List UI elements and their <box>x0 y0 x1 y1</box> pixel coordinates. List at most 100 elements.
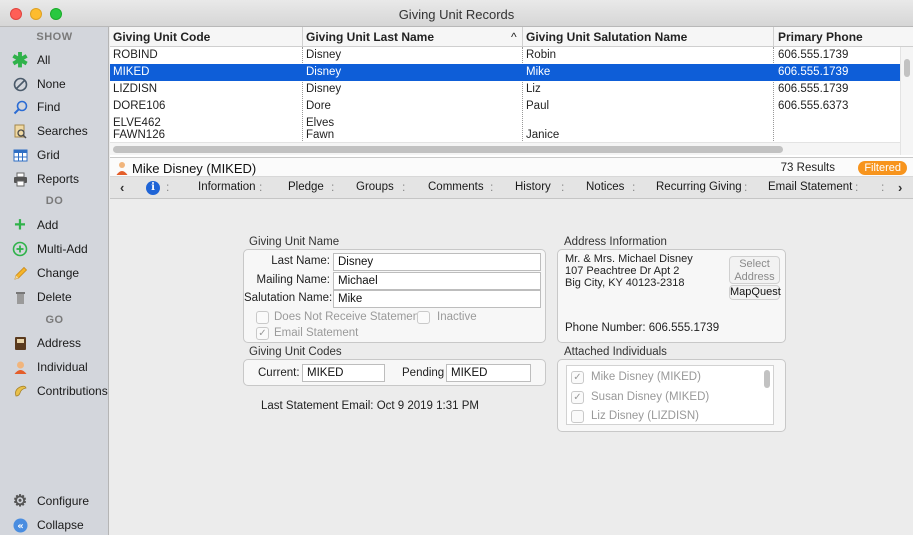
email-statement-label: Email Statement <box>274 327 359 339</box>
mailing-name-label: Mailing Name: <box>256 274 331 286</box>
tab-separator: : <box>881 180 885 194</box>
sidebar-item-add[interactable]: + Add <box>0 214 109 236</box>
tab-email-statement[interactable]: Email Statement <box>768 181 852 193</box>
inactive-checkbox[interactable] <box>417 311 430 324</box>
column-header-last-name[interactable]: Giving Unit Last Name <box>306 30 434 44</box>
sidebar-item-delete[interactable]: Delete <box>0 286 109 308</box>
attached-checkbox[interactable]: ✓ <box>571 370 584 384</box>
printer-icon <box>12 171 28 187</box>
last-statement-email: Last Statement Email: Oct 9 2019 1:31 PM <box>261 400 479 412</box>
cell-phone: 606.555.6373 <box>778 100 849 112</box>
list-item-label: Susan Disney (MIKED) <box>591 391 710 403</box>
attached-individuals-list[interactable]: ✓ Mike Disney (MIKED) ✓ Susan Disney (MI… <box>566 365 774 425</box>
current-code-field[interactable] <box>302 364 385 382</box>
sidebar-item-change[interactable]: Change <box>0 262 109 284</box>
tab-history[interactable]: History <box>515 181 551 193</box>
info-icon[interactable]: i <box>146 181 160 195</box>
tab-prev-button[interactable]: ‹ <box>120 180 124 195</box>
list-item[interactable]: ✓ Mike Disney (MIKED) <box>571 368 701 386</box>
pending-code-field[interactable] <box>446 364 531 382</box>
mapquest-button[interactable]: MapQuest <box>729 285 781 300</box>
sidebar-item-label: Collapse <box>37 518 84 532</box>
scroll-thumb[interactable] <box>904 59 910 77</box>
column-divider[interactable] <box>773 27 774 47</box>
sidebar: SHOW ✱ All None Find Searches Grid Repor… <box>0 27 109 535</box>
cell-code: DORE106 <box>113 100 166 112</box>
sidebar-item-reports[interactable]: Reports <box>0 168 109 190</box>
tab-groups[interactable]: Groups <box>356 181 394 193</box>
column-divider[interactable] <box>522 27 523 47</box>
giving-unit-codes-group: Current: Pending <box>243 359 546 386</box>
column-header-phone[interactable]: Primary Phone <box>778 30 863 44</box>
sidebar-item-none[interactable]: None <box>0 73 109 95</box>
table-row[interactable]: LIZDISN Disney Liz 606.555.1739 <box>110 81 900 98</box>
scroll-thumb[interactable] <box>113 146 783 153</box>
tab-separator: : <box>632 180 636 194</box>
collapse-icon: « <box>12 517 28 533</box>
table-row[interactable]: ROBIND Disney Robin 606.555.1739 <box>110 47 900 64</box>
contribution-icon <box>12 383 28 399</box>
tab-information[interactable]: Information <box>198 181 256 193</box>
tab-notices[interactable]: Notices <box>586 181 624 193</box>
sidebar-heading-do: DO <box>45 195 64 207</box>
tab-next-button[interactable]: › <box>898 180 902 195</box>
giving-unit-codes-heading: Giving Unit Codes <box>249 346 342 358</box>
tab-separator: : <box>490 180 494 194</box>
sidebar-item-label: Configure <box>37 494 90 508</box>
attached-checkbox[interactable]: ✓ <box>571 390 584 404</box>
sidebar-item-searches[interactable]: Searches <box>0 120 109 142</box>
cell-last-name: Disney <box>306 49 342 61</box>
table-row[interactable]: FAWN126 Fawn Janice <box>110 129 900 142</box>
scroll-thumb[interactable] <box>764 370 770 388</box>
tab-comments[interactable]: Comments <box>428 181 484 193</box>
tab-separator: : <box>855 180 859 194</box>
list-item[interactable]: ✓ Susan Disney (MIKED) <box>571 388 709 406</box>
sort-indicator: ^ <box>511 30 517 44</box>
cell-salutation: Paul <box>526 100 550 112</box>
sidebar-item-configure[interactable]: ⚙ Configure <box>0 490 109 512</box>
cell-salutation: Liz <box>526 83 541 95</box>
multi-add-icon <box>12 241 28 257</box>
inactive-label: Inactive <box>437 311 477 323</box>
tab-recurring-giving[interactable]: Recurring Giving <box>656 181 742 193</box>
mailing-name-field[interactable] <box>333 272 541 290</box>
sidebar-item-label: Reports <box>37 172 80 186</box>
cell-salutation: Mike <box>526 66 551 78</box>
sidebar-item-individual[interactable]: Individual <box>0 356 109 378</box>
sidebar-item-all[interactable]: ✱ All <box>0 49 109 72</box>
cell-phone: 606.555.1739 <box>778 49 849 61</box>
no-statement-checkbox[interactable] <box>256 311 269 324</box>
sidebar-item-find[interactable]: Find <box>0 96 109 118</box>
horizontal-scrollbar[interactable] <box>110 142 900 155</box>
filtered-badge[interactable]: Filtered <box>858 161 907 175</box>
tab-separator: : <box>744 180 748 194</box>
cell-last-name: Fawn <box>306 129 335 141</box>
list-item-label: Mike Disney (MIKED) <box>591 371 701 383</box>
sidebar-item-grid[interactable]: Grid <box>0 144 109 166</box>
sidebar-heading-go: GO <box>45 314 64 326</box>
sidebar-item-address[interactable]: Address <box>0 332 109 354</box>
tab-pledge[interactable]: Pledge <box>288 181 324 193</box>
list-item[interactable]: Liz Disney (LIZDISN) <box>571 407 699 425</box>
last-name-field[interactable] <box>333 253 541 271</box>
results-count: 73 Results <box>780 162 835 174</box>
vertical-scrollbar[interactable] <box>900 47 913 155</box>
sidebar-item-contributions[interactable]: Contributions <box>0 380 109 402</box>
column-header-salutation[interactable]: Giving Unit Salutation Name <box>526 30 687 44</box>
sidebar-item-collapse[interactable]: « Collapse <box>0 514 109 535</box>
salutation-name-field[interactable] <box>333 290 541 308</box>
attached-checkbox[interactable] <box>571 409 584 423</box>
cell-last-name: Dore <box>306 100 331 112</box>
column-header-code[interactable]: Giving Unit Code <box>113 30 210 44</box>
select-address-button[interactable]: Select Address <box>729 256 780 284</box>
giving-unit-name-group: Last Name: Mailing Name: Salutation Name… <box>243 249 546 343</box>
pending-code-label: Pending <box>402 367 445 379</box>
email-statement-checkbox[interactable]: ✓ <box>256 327 269 340</box>
table-row-selected[interactable]: MIKED Disney Mike 606.555.1739 <box>110 64 900 81</box>
cell-code: FAWN126 <box>113 129 165 141</box>
cell-code: MIKED <box>113 66 150 78</box>
sidebar-item-multi-add[interactable]: Multi-Add <box>0 238 109 260</box>
table-row[interactable]: DORE106 Dore Paul 606.555.6373 <box>110 98 900 115</box>
column-divider[interactable] <box>302 27 303 47</box>
address-information-group: Mr. & Mrs. Michael Disney 107 Peachtree … <box>557 249 786 343</box>
